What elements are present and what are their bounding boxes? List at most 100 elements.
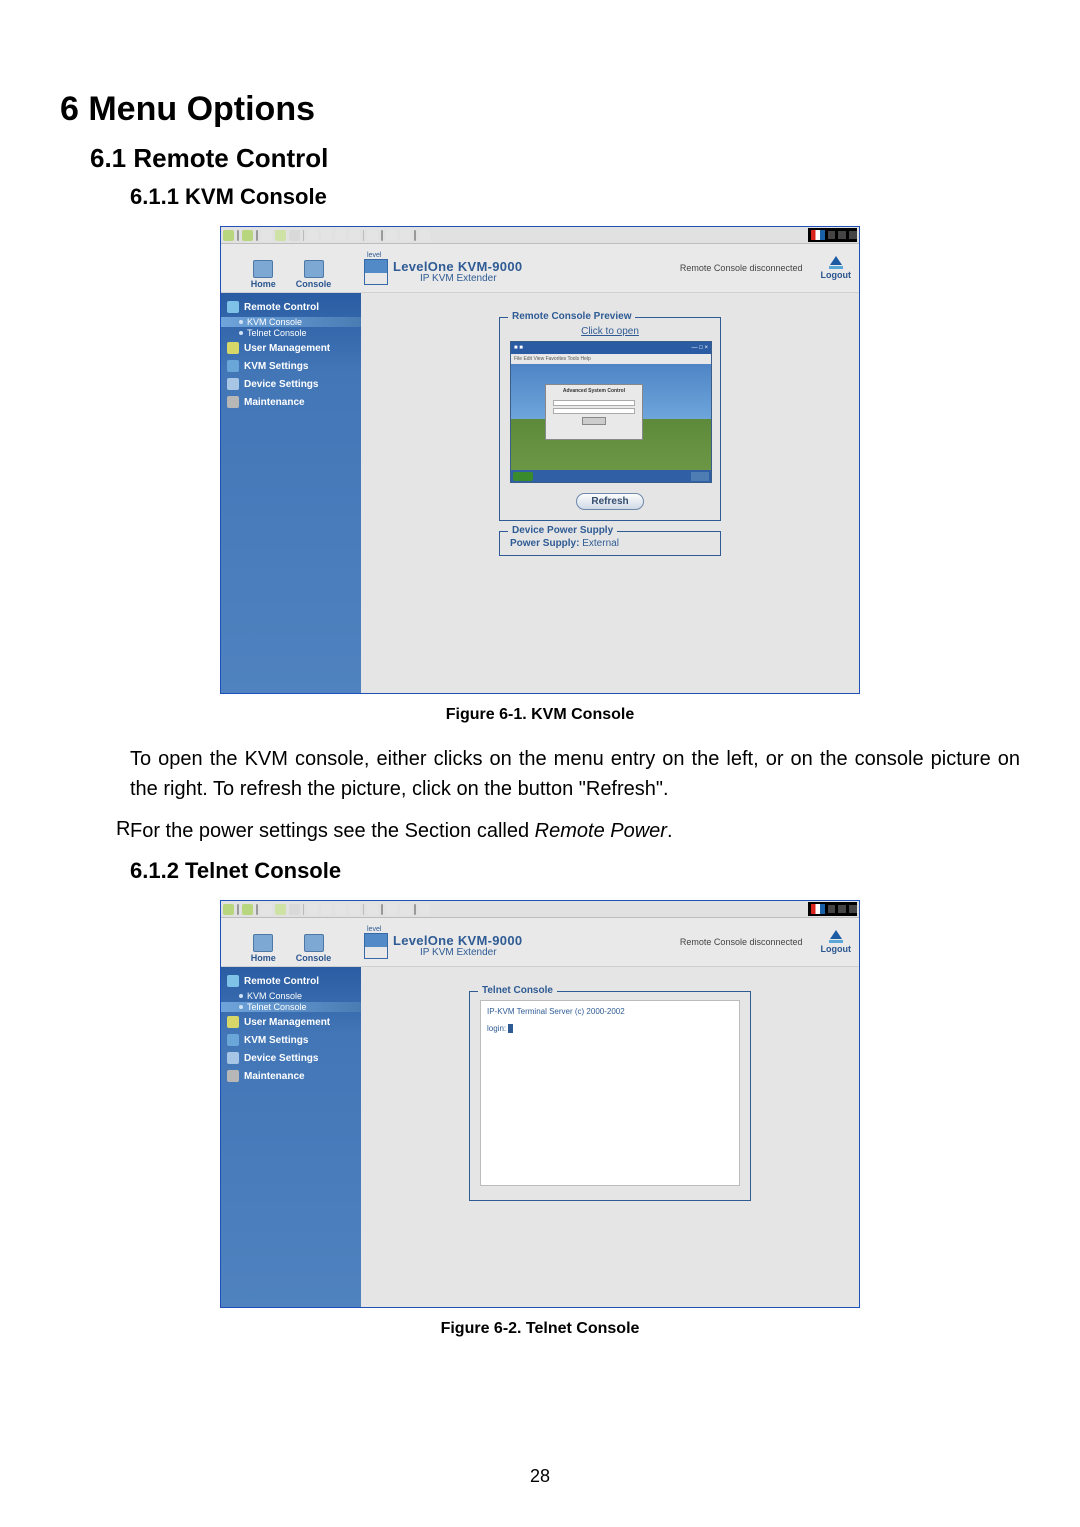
sidebar-item-maintenance[interactable]: Maintenance <box>221 393 361 411</box>
bullet-icon <box>239 320 243 324</box>
click-to-open-link[interactable]: Click to open <box>510 326 710 337</box>
logout-label: Logout <box>821 270 852 280</box>
close-icon[interactable] <box>849 905 857 913</box>
sidebar-subitem-telnet-console[interactable]: Telnet Console <box>221 328 361 338</box>
media-icon[interactable] <box>335 230 346 241</box>
remote-control-icon <box>227 975 239 987</box>
minimize-icon[interactable] <box>828 905 836 913</box>
sidebar: Remote Control KVM Console Telnet Consol… <box>221 293 361 693</box>
stop-icon[interactable] <box>261 904 272 915</box>
telnet-terminal[interactable]: IP-KVM Terminal Server (c) 2000-2002 log… <box>480 1000 740 1186</box>
back-icon[interactable] <box>223 230 234 241</box>
margin-note-r: R <box>116 818 130 841</box>
favorites-icon[interactable] <box>321 904 332 915</box>
product-title: LevelOne KVM-9000 <box>393 259 522 274</box>
history-icon[interactable] <box>349 230 360 241</box>
search-icon[interactable] <box>307 904 318 915</box>
console-button[interactable]: Console <box>296 934 332 963</box>
separator-icon <box>237 230 239 241</box>
console-button[interactable]: Console <box>296 260 332 289</box>
logout-button[interactable]: Logout <box>821 930 852 954</box>
back-icon[interactable] <box>223 904 234 915</box>
figure-caption-2: Figure 6-2. Telnet Console <box>60 1320 1020 1338</box>
ie-throbber-icon <box>811 230 825 240</box>
mail-icon[interactable] <box>367 904 378 915</box>
logout-icon <box>830 256 842 265</box>
separator-icon <box>237 904 239 915</box>
edit-icon[interactable] <box>400 230 411 241</box>
systray-icon <box>691 472 709 481</box>
refresh-button[interactable]: Refresh <box>576 493 643 510</box>
maximize-icon[interactable] <box>838 905 846 913</box>
home-icon[interactable] <box>289 904 300 915</box>
separator-icon <box>363 230 364 241</box>
media-icon[interactable] <box>335 904 346 915</box>
sidebar-item-device-settings[interactable]: Device Settings <box>221 375 361 393</box>
power-supply-line: Power Supply: External <box>510 538 710 549</box>
ie-throbber-icon <box>811 904 825 914</box>
sidebar-item-user-management[interactable]: User Management <box>221 339 361 357</box>
stop-icon[interactable] <box>261 230 272 241</box>
edit-icon[interactable] <box>400 904 411 915</box>
brand-small: level <box>367 926 641 933</box>
forward-icon[interactable] <box>242 230 253 241</box>
paragraph-2-suffix: . <box>667 820 673 842</box>
window-controls <box>808 902 857 916</box>
sidebar-item-remote-control[interactable]: Remote Control <box>221 298 361 316</box>
sidebar-label-remote-control: Remote Control <box>244 302 319 313</box>
brand-small: level <box>367 252 641 259</box>
print-icon[interactable] <box>386 230 397 241</box>
sidebar-label-device-settings: Device Settings <box>244 379 318 390</box>
device-settings-icon <box>227 1052 239 1064</box>
discuss-icon[interactable] <box>419 904 430 915</box>
thumb-titlebar: ■ ■— □ × <box>511 342 711 354</box>
sidebar-item-user-management[interactable]: User Management <box>221 1013 361 1031</box>
sidebar-item-device-settings[interactable]: Device Settings <box>221 1049 361 1067</box>
sidebar: Remote Control KVM Console Telnet Consol… <box>221 967 361 1307</box>
sidebar-subitem-kvm-console[interactable]: KVM Console <box>221 317 361 327</box>
home-icon <box>253 260 273 278</box>
console-label: Console <box>296 279 332 289</box>
reload-icon[interactable] <box>275 230 286 241</box>
cursor-icon <box>508 1024 513 1033</box>
app-header: Home Console level LevelOne KVM-9000 IP … <box>221 918 859 966</box>
sidebar-item-maintenance[interactable]: Maintenance <box>221 1067 361 1085</box>
home-icon[interactable] <box>289 230 300 241</box>
telnet-prompt-label: login: <box>487 1024 506 1033</box>
user-management-icon <box>227 1016 239 1028</box>
home-button[interactable]: Home <box>251 260 276 289</box>
remote-console-preview-panel: Remote Console Preview Click to open ■ ■… <box>499 317 721 521</box>
power-legend: Device Power Supply <box>508 525 617 536</box>
discuss-icon[interactable] <box>419 230 430 241</box>
separator-icon <box>381 230 383 241</box>
brand-badge-icon <box>364 259 388 285</box>
forward-icon[interactable] <box>242 904 253 915</box>
print-icon[interactable] <box>386 904 397 915</box>
home-button[interactable]: Home <box>251 934 276 963</box>
close-icon[interactable] <box>849 231 857 239</box>
header-title-area: level LevelOne KVM-9000 IP KVM Extender <box>361 918 641 966</box>
favorites-icon[interactable] <box>321 230 332 241</box>
sidebar-subitem-telnet-console[interactable]: Telnet Console <box>221 1002 361 1012</box>
search-icon[interactable] <box>307 230 318 241</box>
mail-icon[interactable] <box>367 230 378 241</box>
console-preview-thumbnail[interactable]: ■ ■— □ × File Edit View Favorites Tools … <box>510 341 712 483</box>
heading-subsection-kvm: 6.1.1 KVM Console <box>130 184 1020 210</box>
sidebar-subitem-kvm-console[interactable]: KVM Console <box>221 991 361 1001</box>
sidebar-item-kvm-settings[interactable]: KVM Settings <box>221 1031 361 1049</box>
sidebar-item-remote-control[interactable]: Remote Control <box>221 972 361 990</box>
separator-icon <box>414 904 416 915</box>
sidebar-item-kvm-settings[interactable]: KVM Settings <box>221 357 361 375</box>
minimize-icon[interactable] <box>828 231 836 239</box>
home-label: Home <box>251 953 276 963</box>
kvm-settings-icon <box>227 360 239 372</box>
logout-button[interactable]: Logout <box>821 256 852 280</box>
maximize-icon[interactable] <box>838 231 846 239</box>
reload-icon[interactable] <box>275 904 286 915</box>
history-icon[interactable] <box>349 904 360 915</box>
heading-chapter: 6 Menu Options <box>60 90 1020 129</box>
app-body: Remote Control KVM Console Telnet Consol… <box>221 966 859 1307</box>
sidebar-label-maintenance: Maintenance <box>244 1071 305 1082</box>
bullet-icon <box>239 994 243 998</box>
thumb-taskbar <box>511 470 711 482</box>
